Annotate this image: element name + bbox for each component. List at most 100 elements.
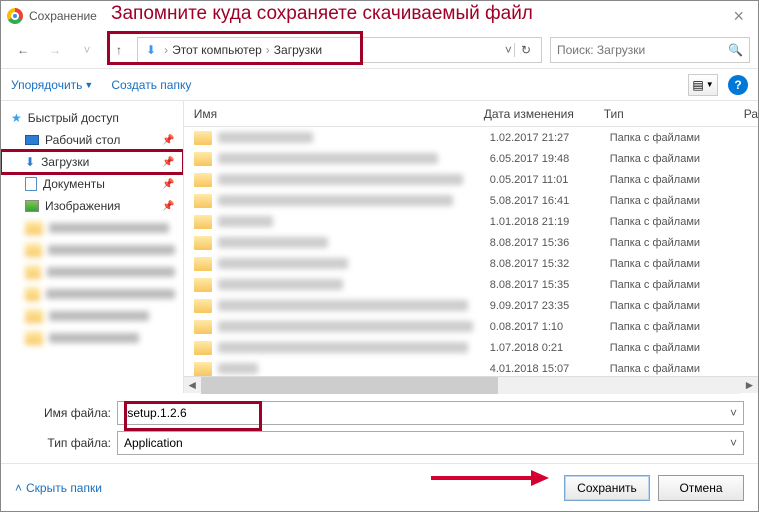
sidebar-quick-label: Быстрый доступ: [28, 111, 119, 125]
file-name-blurred: [218, 279, 343, 290]
sidebar-item-blurred[interactable]: [1, 261, 183, 283]
table-row[interactable]: 8.08.2017 15:35 Папка с файлами: [184, 274, 758, 295]
file-date: 6.05.2017 19:48: [490, 153, 610, 165]
search-icon[interactable]: 🔍: [728, 43, 743, 57]
breadcrumb-current[interactable]: Загрузки: [274, 43, 322, 57]
table-row[interactable]: 1.07.2018 0:21 Папка с файлами: [184, 337, 758, 358]
sidebar-item-blurred[interactable]: [1, 305, 183, 327]
images-icon: [25, 200, 39, 212]
table-row[interactable]: 5.08.2017 16:41 Папка с файлами: [184, 190, 758, 211]
pin-icon: 📌: [162, 201, 174, 212]
file-type: Папка с файлами: [610, 216, 750, 228]
breadcrumb-bar[interactable]: ⬇ › Этот компьютер › Загрузки ˅ ↻: [137, 37, 542, 63]
table-row[interactable]: 1.01.2018 21:19 Папка с файлами: [184, 211, 758, 232]
file-date: 0.05.2017 11:01: [490, 174, 610, 186]
filetype-combobox[interactable]: Application ˅: [117, 431, 744, 455]
file-date: 1.01.2018 21:19: [490, 216, 610, 228]
file-name-blurred: [218, 363, 258, 374]
back-button[interactable]: ←: [9, 38, 37, 62]
sidebar-documents[interactable]: Документы 📌: [1, 173, 183, 195]
table-row[interactable]: 0.08.2017 1:10 Папка с файлами: [184, 316, 758, 337]
file-date: 0.08.2017 1:10: [490, 321, 610, 333]
folder-icon: [194, 152, 212, 166]
file-type: Папка с файлами: [610, 153, 750, 165]
file-name-blurred: [218, 195, 453, 206]
refresh-button[interactable]: ↻: [514, 43, 537, 57]
column-type[interactable]: Тип: [604, 107, 744, 121]
folder-icon: [194, 320, 212, 334]
folder-icon: [25, 265, 41, 279]
desktop-icon: [25, 135, 39, 145]
sidebar-downloads[interactable]: ⬇ Загрузки 📌: [1, 151, 183, 173]
organize-menu[interactable]: Упорядочить ▼: [11, 78, 93, 92]
filename-label: Имя файла:: [15, 406, 117, 420]
sidebar-item-blurred[interactable]: [1, 327, 183, 349]
folder-icon: [25, 331, 43, 345]
forward-button[interactable]: →: [41, 38, 69, 62]
sidebar-desktop[interactable]: Рабочий стол 📌: [1, 129, 183, 151]
close-button[interactable]: ×: [725, 6, 752, 27]
file-name-blurred: [218, 174, 463, 185]
sidebar-item-blurred[interactable]: [1, 217, 183, 239]
column-size[interactable]: Ра: [744, 107, 758, 121]
column-name[interactable]: Имя: [184, 107, 484, 121]
table-row[interactable]: 8.08.2017 15:32 Папка с файлами: [184, 253, 758, 274]
cancel-button[interactable]: Отмена: [658, 475, 744, 501]
file-name-blurred: [218, 153, 438, 164]
filename-input[interactable]: [124, 406, 730, 420]
up-button[interactable]: ↑: [105, 38, 133, 62]
file-date: 4.01.2018 15:07: [490, 363, 610, 375]
chevron-down-icon[interactable]: ˅: [730, 406, 737, 420]
file-list[interactable]: 1.02.2017 21:27 Папка с файлами 6.05.201…: [184, 127, 758, 376]
sidebar-item-blurred[interactable]: [1, 283, 183, 305]
chrome-icon: [7, 8, 23, 24]
column-date[interactable]: Дата изменения: [484, 107, 604, 121]
sidebar-quick-access[interactable]: ★ Быстрый доступ: [1, 107, 183, 129]
sidebar-item-blurred[interactable]: [1, 239, 183, 261]
table-row[interactable]: 6.05.2017 19:48 Папка с файлами: [184, 148, 758, 169]
file-type: Папка с файлами: [610, 258, 750, 270]
sidebar-desktop-label: Рабочий стол: [45, 133, 120, 147]
table-row[interactable]: 8.08.2017 15:36 Папка с файлами: [184, 232, 758, 253]
file-type: Папка с файлами: [610, 279, 750, 291]
sidebar-images[interactable]: Изображения 📌: [1, 195, 183, 217]
table-row[interactable]: 0.05.2017 11:01 Папка с файлами: [184, 169, 758, 190]
breadcrumb-dropdown-icon[interactable]: ˅: [505, 43, 512, 57]
file-name-blurred: [218, 342, 468, 353]
file-type: Папка с файлами: [610, 132, 750, 144]
folder-icon: [25, 221, 43, 235]
file-type: Папка с файлами: [610, 300, 750, 312]
filetype-value: Application: [124, 436, 730, 450]
pin-icon: 📌: [162, 157, 174, 168]
file-date: 8.08.2017 15:32: [490, 258, 610, 270]
file-type: Папка с файлами: [610, 174, 750, 186]
scroll-right-arrow[interactable]: ►: [741, 377, 758, 394]
recent-dropdown[interactable]: ˅: [73, 38, 101, 62]
column-headers[interactable]: Имя Дата изменения Тип Ра: [184, 101, 758, 127]
file-date: 5.08.2017 16:41: [490, 195, 610, 207]
chevron-down-icon[interactable]: ˅: [730, 436, 737, 450]
save-button[interactable]: Сохранить: [564, 475, 650, 501]
folder-icon: [25, 287, 40, 301]
folder-icon: [194, 215, 212, 229]
filename-combobox[interactable]: ˅: [117, 401, 744, 425]
new-folder-button[interactable]: Создать папку: [111, 78, 191, 92]
sidebar-images-label: Изображения: [45, 199, 120, 213]
file-date: 1.02.2017 21:27: [490, 132, 610, 144]
view-options-button[interactable]: ▤▼: [688, 74, 718, 96]
table-row[interactable]: 9.09.2017 23:35 Папка с файлами: [184, 295, 758, 316]
search-box[interactable]: 🔍: [550, 37, 750, 63]
scroll-thumb[interactable]: [201, 377, 498, 394]
horizontal-scrollbar[interactable]: ◄ ►: [184, 376, 758, 393]
star-icon: ★: [11, 111, 22, 125]
file-type: Папка с файлами: [610, 237, 750, 249]
breadcrumb-root[interactable]: Этот компьютер: [172, 43, 262, 57]
sidebar-downloads-label: Загрузки: [41, 155, 89, 169]
table-row[interactable]: 1.02.2017 21:27 Папка с файлами: [184, 127, 758, 148]
scroll-track[interactable]: [201, 377, 741, 394]
hide-folders-link[interactable]: ˄ Скрыть папки: [15, 481, 102, 495]
table-row[interactable]: 4.01.2018 15:07 Папка с файлами: [184, 358, 758, 376]
scroll-left-arrow[interactable]: ◄: [184, 377, 201, 394]
help-button[interactable]: ?: [728, 75, 748, 95]
search-input[interactable]: [557, 43, 728, 57]
